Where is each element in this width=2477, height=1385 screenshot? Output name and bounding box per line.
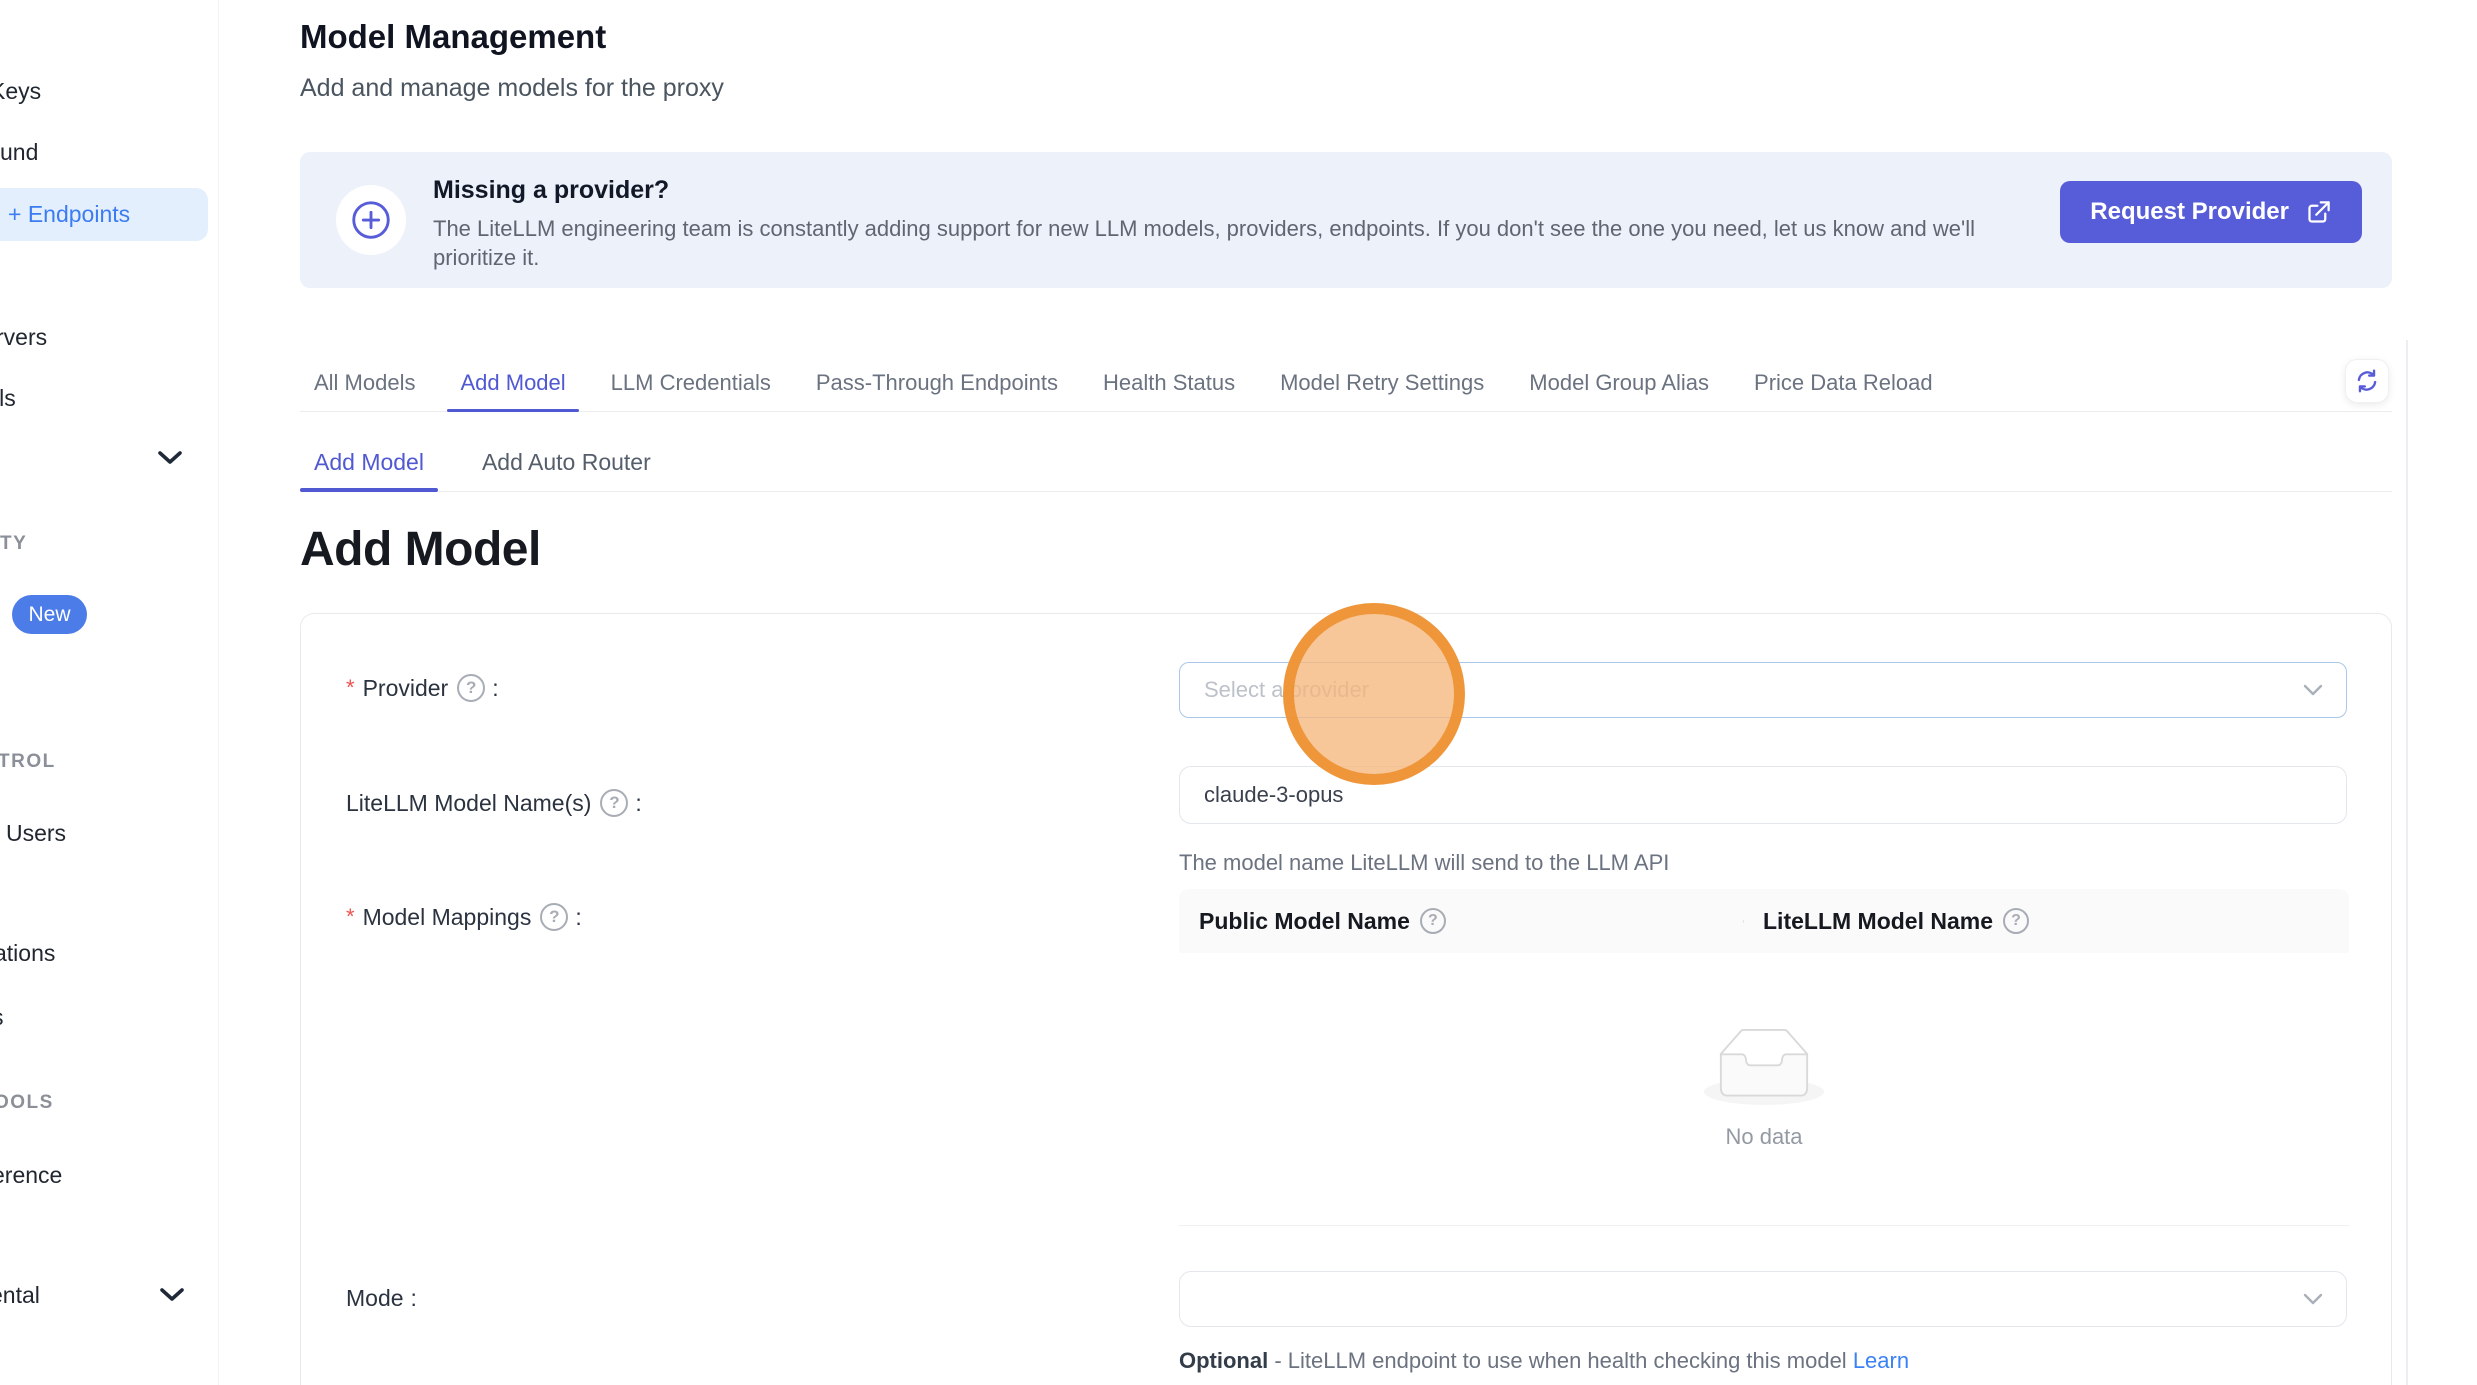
refresh-button[interactable] <box>2345 359 2389 403</box>
help-icon[interactable]: ? <box>540 903 568 931</box>
label-colon: : <box>575 904 581 931</box>
banner-body: The LiteLLM engineering team is constant… <box>433 214 2013 272</box>
sidebar-section-observability: TY <box>0 533 27 555</box>
empty-box-icon <box>1704 1028 1824 1110</box>
sidebar-item-servers[interactable]: rvers <box>0 324 47 351</box>
sidebar-item-playground[interactable]: und <box>0 139 38 166</box>
banner-title: Missing a provider? <box>433 176 669 205</box>
sidebar-item-inference[interactable]: erence <box>0 1162 62 1189</box>
refresh-icon <box>2354 368 2380 394</box>
request-provider-button[interactable]: Request Provider <box>2060 181 2362 243</box>
sidebar: Keys und + Endpoints rvers ils TY New TR… <box>0 0 219 1385</box>
chevron-down-icon <box>156 446 184 473</box>
sidebar-item-organizations[interactable]: ations <box>0 940 55 967</box>
request-provider-label: Request Provider <box>2090 198 2289 226</box>
mode-select[interactable] <box>1179 1271 2347 1327</box>
tab-llm-credentials[interactable]: LLM Credentials <box>611 355 771 411</box>
page-subtitle: Add and manage models for the proxy <box>300 74 724 103</box>
subtab-add-auto-router[interactable]: Add Auto Router <box>468 434 665 491</box>
required-mark: * <box>346 904 355 930</box>
required-mark: * <box>346 675 355 701</box>
model-name-label-text: LiteLLM Model Name(s) <box>346 790 591 817</box>
sidebar-section-tools: OOLS <box>0 1092 54 1114</box>
mode-helper: Optional - LiteLLM endpoint to use when … <box>1179 1348 1909 1374</box>
model-mappings-label-text: Model Mappings <box>363 904 532 931</box>
model-tabs: All Models Add Model LLM Credentials Pas… <box>300 355 2392 412</box>
sidebar-section-control: TROL <box>0 751 56 773</box>
model-name-input[interactable] <box>1179 766 2347 824</box>
scrollbar-track-line <box>2406 340 2408 1385</box>
mappings-empty-state: No data <box>1179 953 2349 1226</box>
label-colon: : <box>411 1285 417 1312</box>
page-title: Model Management <box>300 18 606 56</box>
new-badge: New <box>12 595 87 634</box>
sidebar-item-experimental[interactable]: ental <box>0 1282 40 1309</box>
mappings-table-header: Public Model Name ? LiteLLM Model Name ? <box>1179 889 2349 953</box>
label-colon: : <box>635 790 641 817</box>
mode-helper-text: - LiteLLM endpoint to use when health ch… <box>1268 1348 1853 1373</box>
chevron-down-icon[interactable] <box>158 1286 186 1304</box>
add-model-heading: Add Model <box>300 522 541 577</box>
help-icon[interactable]: ? <box>600 789 628 817</box>
model-mappings-label: * Model Mappings ? : <box>346 903 582 931</box>
tab-price-data-reload[interactable]: Price Data Reload <box>1754 355 1933 411</box>
sidebar-item-users[interactable]: Users <box>6 820 66 847</box>
add-model-subtabs: Add Model Add Auto Router <box>300 434 2392 492</box>
learn-link[interactable]: Learn <box>1853 1348 1909 1373</box>
no-data-text: No data <box>1725 1124 1802 1150</box>
column-litellm-model-name: LiteLLM Model Name ? <box>1743 908 2349 935</box>
mode-label: Mode : <box>346 1285 417 1312</box>
sidebar-item-models-endpoints[interactable]: + Endpoints <box>0 188 208 241</box>
provider-label-text: Provider <box>363 675 449 702</box>
provider-select[interactable]: Select a provider <box>1179 662 2347 718</box>
sidebar-item-label: + Endpoints <box>8 201 130 228</box>
mode-helper-bold: Optional <box>1179 1348 1268 1373</box>
chevron-down-icon <box>2302 683 2324 697</box>
missing-provider-banner: Missing a provider? The LiteLLM engineer… <box>300 152 2392 288</box>
tab-model-group-alias[interactable]: Model Group Alias <box>1529 355 1709 411</box>
sidebar-item-keys[interactable]: Keys <box>0 78 41 105</box>
tab-all-models[interactable]: All Models <box>314 355 415 411</box>
help-icon[interactable]: ? <box>457 674 485 702</box>
tab-pass-through-endpoints[interactable]: Pass-Through Endpoints <box>816 355 1058 411</box>
sidebar-item-collapsible[interactable] <box>156 446 184 473</box>
plus-circle-icon <box>336 185 406 255</box>
provider-label: * Provider ? : <box>346 674 499 702</box>
tab-model-retry-settings[interactable]: Model Retry Settings <box>1280 355 1484 411</box>
sidebar-item-guardrails[interactable]: ils <box>0 385 16 412</box>
label-colon: : <box>492 675 498 702</box>
sidebar-item-logs[interactable]: s <box>0 1004 4 1031</box>
provider-placeholder: Select a provider <box>1204 677 1369 703</box>
help-icon[interactable]: ? <box>2003 908 2029 934</box>
tab-health-status[interactable]: Health Status <box>1103 355 1235 411</box>
model-mappings-table: Public Model Name ? LiteLLM Model Name ? <box>1179 889 2349 1226</box>
tab-add-model[interactable]: Add Model <box>460 355 565 411</box>
mode-label-text: Mode <box>346 1285 404 1312</box>
model-name-helper: The model name LiteLLM will send to the … <box>1179 850 1669 876</box>
subtab-add-model[interactable]: Add Model <box>300 434 438 491</box>
model-name-label: LiteLLM Model Name(s) ? : <box>346 789 642 817</box>
help-icon[interactable]: ? <box>1420 908 1446 934</box>
column-public-model-name: Public Model Name ? <box>1179 908 1743 935</box>
chevron-down-icon <box>2302 1292 2324 1306</box>
add-model-form-card: * Provider ? : Select a provider LiteLLM… <box>300 613 2392 1385</box>
external-link-icon <box>2305 199 2332 226</box>
